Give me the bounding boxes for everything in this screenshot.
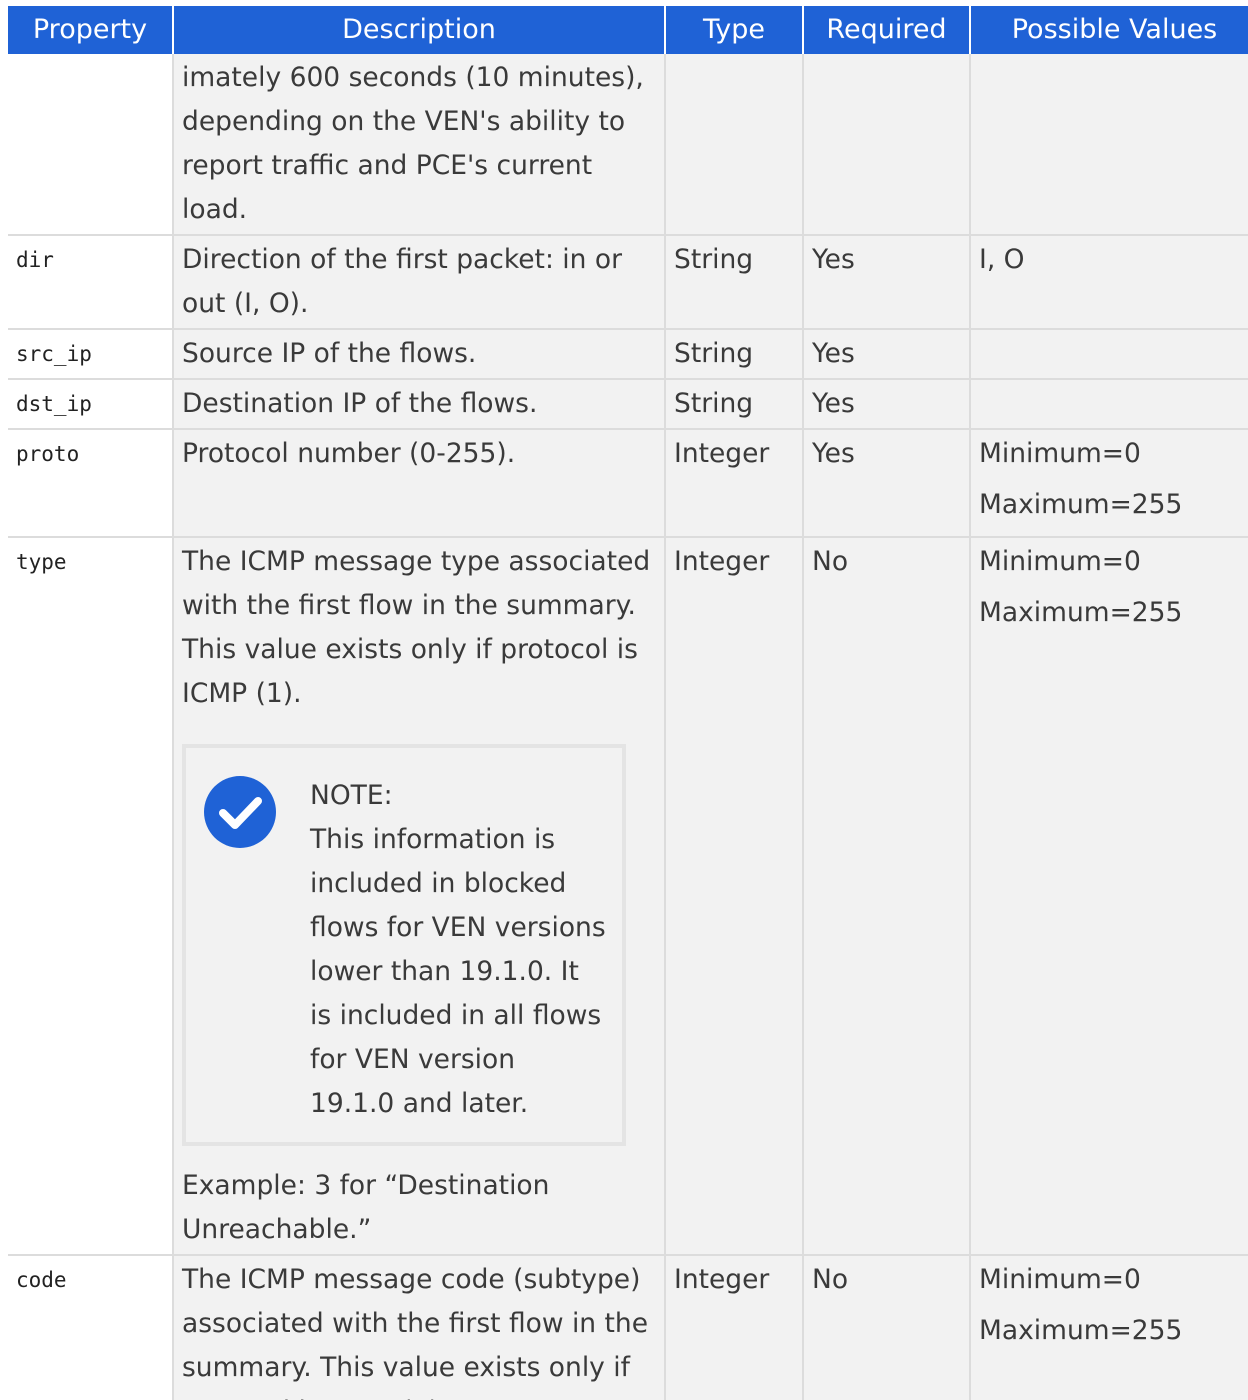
description-cell: Protocol number (0-255). [172, 428, 666, 538]
table-body: imately 600 seconds (10 minutes), depend… [8, 54, 1248, 1400]
description-cell: The ICMP message type associated with th… [172, 536, 666, 1256]
description-cell: imately 600 seconds (10 minutes), depend… [172, 54, 666, 236]
property-cell: dst_ip [8, 378, 174, 430]
description-text: Destination IP of the flows. [182, 388, 538, 419]
required-cell: No [802, 536, 971, 1256]
required-cell: Yes [802, 428, 971, 538]
type-cell: Integer [664, 536, 804, 1256]
values-cell: I, O [969, 234, 1248, 330]
header-type: Type [665, 6, 804, 54]
description-cell: The ICMP message code (subtype) associat… [172, 1254, 666, 1400]
type-cell: String [664, 234, 804, 330]
required-cell: Yes [802, 328, 971, 380]
values-cell: Minimum=0 Maximum=255 [969, 536, 1248, 1256]
value-maximum: Maximum=255 [979, 597, 1183, 628]
description-cell: Source IP of the flows. [172, 328, 666, 380]
header-description: Description [173, 6, 666, 54]
table-row: dst_ip Destination IP of the flows. Stri… [8, 378, 1248, 430]
description-text: Source IP of the flows. [182, 338, 477, 369]
required-cell: Yes [802, 378, 971, 430]
values-cell: Minimum=0 Maximum=255 [969, 428, 1248, 538]
header-row: Property Description Type Required Possi… [8, 6, 1248, 54]
check-circle-icon [204, 776, 276, 848]
table-row: dir Direction of the first packet: in or… [8, 234, 1248, 330]
description-text: The ICMP message type associated with th… [182, 546, 651, 709]
values-cell [969, 378, 1248, 430]
values-cell [969, 328, 1248, 380]
value-maximum: Maximum=255 [979, 489, 1183, 520]
table-row: proto Protocol number (0-255). Integer Y… [8, 428, 1248, 538]
type-cell [664, 54, 804, 236]
header-property: Property [8, 6, 174, 54]
value-minimum: Minimum=0 [979, 546, 1141, 577]
table-row: src_ip Source IP of the flows. String Ye… [8, 328, 1248, 380]
note-text: This information is included in blocked … [310, 824, 606, 1119]
required-cell: Yes [802, 234, 971, 330]
description-cell: Direction of the first packet: in or out… [172, 234, 666, 330]
header-possible-values: Possible Values [970, 6, 1248, 54]
property-cell: dir [8, 234, 174, 330]
required-cell: No [802, 1254, 971, 1400]
value-text: I, O [979, 244, 1025, 275]
table-row: type The ICMP message type associated wi… [8, 536, 1248, 1256]
property-cell: src_ip [8, 328, 174, 380]
description-text: Direction of the first packet: in or out… [182, 244, 622, 319]
type-cell: Integer [664, 1254, 804, 1400]
value-minimum: Minimum=0 [979, 438, 1141, 469]
note-body: NOTE: This information is included in bl… [310, 774, 606, 1126]
type-cell: String [664, 328, 804, 380]
property-cell: type [8, 536, 174, 1256]
description-text: Protocol number (0-255). [182, 438, 516, 469]
note-title: NOTE: [310, 780, 393, 811]
type-cell: String [664, 378, 804, 430]
values-cell [969, 54, 1248, 236]
table-header: Property Description Type Required Possi… [8, 6, 1248, 54]
value-minimum: Minimum=0 [979, 1264, 1141, 1295]
property-cell [8, 54, 174, 236]
table-row: code The ICMP message code (subtype) ass… [8, 1254, 1248, 1400]
document-page: Property Description Type Required Possi… [0, 0, 1248, 1400]
property-cell: code [8, 1254, 174, 1400]
properties-table: Property Description Type Required Possi… [8, 6, 1248, 1400]
table-row: imately 600 seconds (10 minutes), depend… [8, 54, 1248, 236]
values-cell: Minimum=0 Maximum=255 [969, 1254, 1248, 1400]
note-box: NOTE: This information is included in bl… [182, 744, 626, 1146]
description-cell: Destination IP of the flows. [172, 378, 666, 430]
type-cell: Integer [664, 428, 804, 538]
required-cell [802, 54, 971, 236]
description-text: The ICMP message code (subtype) associat… [182, 1264, 649, 1400]
example-text: Example: 3 for “Destination Unreachable.… [182, 1170, 550, 1245]
value-maximum: Maximum=255 [979, 1315, 1183, 1346]
property-cell: proto [8, 428, 174, 538]
description-text: imately 600 seconds (10 minutes), depend… [182, 62, 644, 225]
header-required: Required [803, 6, 971, 54]
